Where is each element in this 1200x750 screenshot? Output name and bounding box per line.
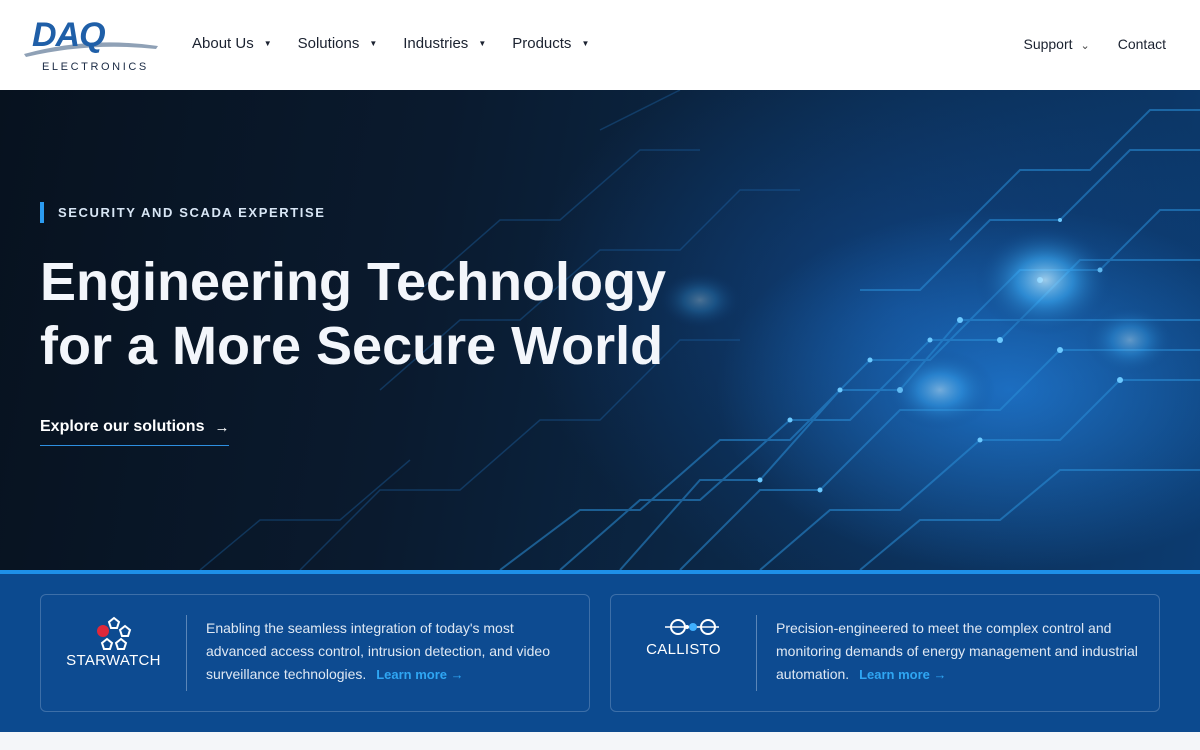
nav-about-us[interactable]: About Us ▼ (192, 35, 272, 52)
nav-solutions-label: Solutions (297, 35, 360, 52)
hero-title-line-2: for a More Secure World (40, 316, 664, 376)
nav-about-us-label: About Us (192, 35, 254, 52)
page-bottom-strip (0, 732, 1200, 750)
starwatch-name: STARWATCH (66, 652, 161, 669)
chevron-down-icon: ⌄ (1080, 39, 1090, 52)
nav-contact-label: Contact (1117, 36, 1166, 52)
nav-solutions[interactable]: Solutions ▼ (298, 35, 378, 52)
nav-support-label: Support (1023, 36, 1073, 52)
utility-nav: Support ⌄ Contact (995, 36, 1166, 52)
main-nav: About Us ▼ Solutions ▼ Industries ▼ Prod… (192, 35, 615, 52)
explore-solutions-label: Explore our solutions (40, 418, 205, 435)
callisto-description: Precision-engineered to meet the complex… (776, 617, 1146, 686)
arrow-right-icon: → (214, 418, 230, 436)
nav-industries-label: Industries (403, 35, 469, 52)
hero-eyebrow: SECURITY AND SCADA EXPERTISE (40, 202, 326, 223)
starwatch-description: Enabling the seamless integration of tod… (206, 617, 576, 686)
product-card-starwatch: STARWATCH Enabling the seamless integrat… (40, 594, 590, 712)
hero-section: SECURITY AND SCADA EXPERTISE Engineering… (0, 90, 1200, 570)
nav-products[interactable]: Products ▼ (512, 35, 589, 52)
nav-products-label: Products (512, 35, 572, 52)
logo-subtitle: ELECTRONICS (42, 61, 149, 73)
hero-title-line-1: Engineering Technology (40, 252, 667, 312)
nav-contact[interactable]: Contact (1118, 36, 1166, 52)
callisto-brand[interactable]: CALLISTO (611, 595, 756, 713)
card-divider (756, 615, 757, 691)
callisto-learn-more-link[interactable]: Learn more → (859, 667, 946, 682)
card-divider (186, 615, 187, 691)
callisto-description-text: Precision-engineered to meet the complex… (776, 620, 1138, 682)
caret-down-icon: ▼ (581, 39, 590, 48)
daq-electronics-logo[interactable]: DAQ ELECTRONICS (20, 16, 160, 74)
product-card-callisto: CALLISTO Precision-engineered to meet th… (610, 594, 1160, 712)
caret-down-icon: ▼ (369, 39, 378, 48)
nav-support[interactable]: Support ⌄ (1023, 36, 1089, 52)
product-band: STARWATCH Enabling the seamless integrat… (0, 570, 1200, 732)
starwatch-brand[interactable]: STARWATCH (41, 595, 186, 713)
callisto-name: CALLISTO (646, 641, 721, 658)
caret-down-icon: ▼ (263, 39, 272, 48)
hero-title: Engineering Technology for a More Secure… (40, 250, 760, 378)
explore-solutions-link[interactable]: Explore our solutions → (40, 418, 230, 446)
svg-text:DAQ: DAQ (32, 16, 105, 54)
caret-down-icon: ▼ (478, 39, 487, 48)
nav-industries[interactable]: Industries ▼ (403, 35, 486, 52)
site-header: DAQ ELECTRONICS About Us ▼ Solutions ▼ I… (0, 0, 1200, 90)
starwatch-learn-more-link[interactable]: Learn more → (376, 667, 463, 682)
